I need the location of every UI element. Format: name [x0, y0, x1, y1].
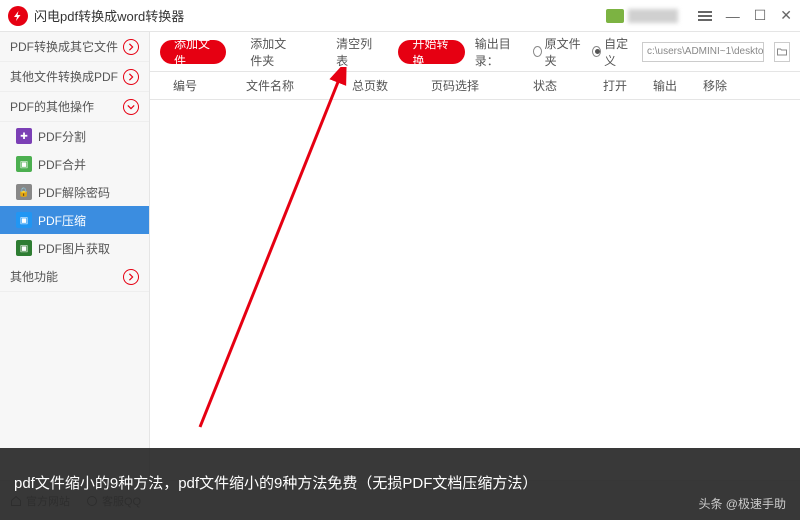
chevron-right-icon: [123, 269, 139, 285]
sidebar-item-merge[interactable]: ▣ PDF合并: [0, 150, 149, 178]
app-logo: [8, 6, 28, 26]
sidebar-section-other-to-pdf[interactable]: 其他文件转换成PDF: [0, 62, 149, 92]
table-header: 编号 文件名称 总页数 页码选择 状态 打开 输出 移除: [150, 72, 800, 100]
sidebar-item-extract-images[interactable]: ▣ PDF图片获取: [0, 234, 149, 262]
sidebar-section-pdf-ops[interactable]: PDF的其他操作: [0, 92, 149, 122]
menu-button[interactable]: [698, 11, 712, 21]
sidebar: PDF转换成其它文件 其他文件转换成PDF PDF的其他操作 ✚ PDF分割 ▣…: [0, 32, 150, 480]
chevron-right-icon: [123, 39, 139, 55]
col-name: 文件名称: [210, 77, 330, 94]
toolbar: 添加文件 添加文件夹 清空列表 开始转换 输出目录： 原文件夹 自定义 c:\u…: [150, 32, 800, 72]
maximize-button[interactable]: ☐: [754, 7, 767, 24]
sidebar-item-split[interactable]: ✚ PDF分割: [0, 122, 149, 150]
output-dir-label: 输出目录：: [475, 35, 523, 69]
sidebar-item-unlock[interactable]: 🔒 PDF解除密码: [0, 178, 149, 206]
col-open: 打开: [590, 77, 640, 94]
caption-source: 头条 @极速手助: [698, 495, 786, 512]
chevron-right-icon: [123, 69, 139, 85]
file-list-area: [150, 100, 800, 480]
lock-icon: 🔒: [16, 184, 32, 200]
chevron-down-icon: [123, 99, 139, 115]
close-button[interactable]: ✕: [780, 7, 792, 24]
col-range: 页码选择: [410, 77, 500, 94]
add-folder-button[interactable]: 添加文件夹: [236, 40, 312, 64]
sidebar-item-compress[interactable]: ▣ PDF压缩: [0, 206, 149, 234]
col-pages: 总页数: [330, 77, 410, 94]
col-status: 状态: [500, 77, 590, 94]
folder-icon: [776, 46, 788, 58]
caption-overlay: pdf文件缩小的9种方法，pdf文件缩小的9种方法免费（无损PDF文档压缩方法）…: [0, 448, 800, 520]
image-icon: ▣: [16, 240, 32, 256]
col-index: 编号: [160, 77, 210, 94]
split-icon: ✚: [16, 128, 32, 144]
output-path-input[interactable]: c:\users\ADMINI~1\desktop: [642, 42, 764, 62]
titlebar: 闪电pdf转换成word转换器 — ☐ ✕: [0, 0, 800, 32]
radio-source-folder[interactable]: 原文件夹: [533, 35, 582, 69]
user-name-blurred: [628, 9, 678, 23]
add-file-button[interactable]: 添加文件: [160, 40, 226, 64]
minimize-button[interactable]: —: [726, 8, 740, 24]
col-remove: 移除: [690, 77, 740, 94]
sidebar-section-other-funcs[interactable]: 其他功能: [0, 262, 149, 292]
main-panel: 添加文件 添加文件夹 清空列表 开始转换 输出目录： 原文件夹 自定义 c:\u…: [150, 32, 800, 480]
compress-icon: ▣: [16, 212, 32, 228]
merge-icon: ▣: [16, 156, 32, 172]
col-output: 输出: [640, 77, 690, 94]
clear-list-button[interactable]: 清空列表: [322, 40, 388, 64]
browse-folder-button[interactable]: [774, 42, 790, 62]
user-badge-icon: [606, 9, 624, 23]
app-title: 闪电pdf转换成word转换器: [34, 6, 606, 25]
start-convert-button[interactable]: 开始转换: [398, 40, 464, 64]
radio-custom-folder[interactable]: 自定义: [592, 35, 632, 69]
sidebar-section-pdf-to-other[interactable]: PDF转换成其它文件: [0, 32, 149, 62]
caption-text: pdf文件缩小的9种方法，pdf文件缩小的9种方法免费（无损PDF文档压缩方法）: [14, 473, 678, 496]
